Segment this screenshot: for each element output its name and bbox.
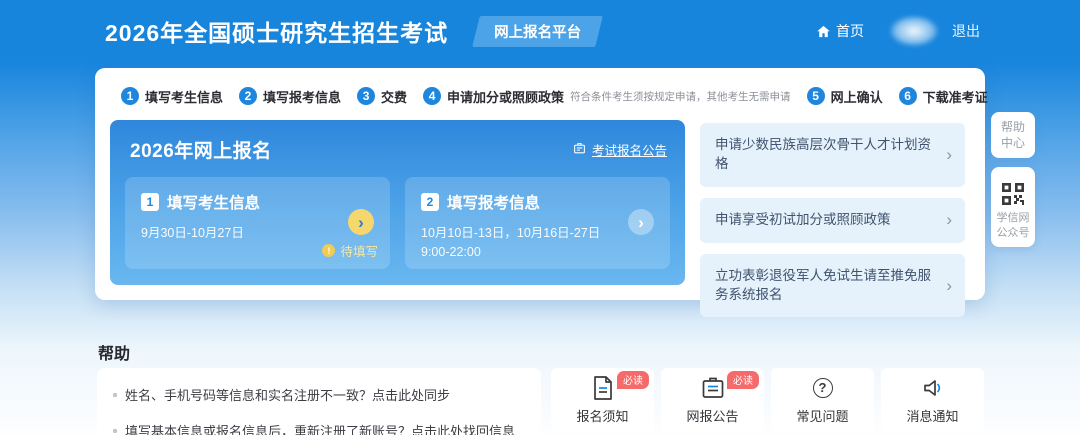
recover-info-link[interactable]: 填写基本信息或报名信息后，重新注册了新账号？点击此处找回信息 <box>113 421 525 435</box>
user-name-redacted[interactable] <box>890 16 938 46</box>
home-icon <box>816 24 831 39</box>
step-3: 3 交费 <box>357 87 407 106</box>
registration-notice-button[interactable]: 必读 报名须知 <box>551 368 654 432</box>
online-registration-panel: 2026年网上报名 考试报名公告 1 填写考生信息 9月30日-10月27日 ›… <box>110 120 685 285</box>
faq-button[interactable]: ? 常见问题 <box>771 368 874 432</box>
step-2-number: 2 <box>239 87 257 105</box>
platform-badge: 网上报名平台 <box>476 16 599 47</box>
card-1-number: 1 <box>141 193 159 211</box>
notifications-button[interactable]: 消息通知 <box>881 368 984 432</box>
question-icon: ? <box>813 376 833 400</box>
card-2-arrow-button[interactable]: › <box>628 209 654 235</box>
must-read-badge: 必读 <box>617 371 649 389</box>
step-6: 6 下载准考证 <box>899 87 988 106</box>
card-1-arrow-button[interactable]: › <box>348 209 374 235</box>
step-1: 1 填写考生信息 <box>121 87 223 106</box>
home-link[interactable]: 首页 <box>816 21 864 41</box>
must-read-badge: 必读 <box>727 371 759 389</box>
help-card: 姓名、手机号码等信息和实名注册不一致？点击此处同步 填写基本信息或报名信息后，重… <box>97 368 541 435</box>
step-wizard: 1 填写考生信息 2 填写报考信息 3 交费 4 申请加分或照顾政策 符合条件考… <box>121 83 965 109</box>
step-5: 5 网上确认 <box>807 87 883 106</box>
pending-status-icon: ! <box>322 244 335 257</box>
step-2: 2 填写报考信息 <box>239 87 341 106</box>
step-4-note: 符合条件考生须按规定申请，其他考生无需申请 <box>570 89 791 104</box>
minority-program-link[interactable]: 申请少数民族高层次骨干人才计划资格 › <box>700 123 965 187</box>
help-center-tab[interactable]: 帮助中心 <box>991 112 1035 158</box>
online-announcement-button[interactable]: 必读 网报公告 <box>661 368 764 432</box>
bullet-icon <box>113 393 117 397</box>
card-1-status: ! 待填写 <box>322 241 378 260</box>
help-section-title: 帮助 <box>98 340 130 364</box>
registration-card: 1 填写考生信息 2 填写报考信息 3 交费 4 申请加分或照顾政策 符合条件考… <box>95 68 985 300</box>
bullet-icon <box>113 429 117 433</box>
clipboard-icon <box>701 376 725 400</box>
header-actions: 首页 退出 <box>816 16 980 46</box>
document-icon <box>592 376 614 400</box>
speaker-icon <box>921 376 945 400</box>
card-2-time: 9:00-22:00 <box>421 245 656 259</box>
chevron-right-icon: › <box>946 208 952 232</box>
step-3-number: 3 <box>357 87 375 105</box>
step-5-number: 5 <box>807 87 825 105</box>
fill-application-info-card[interactable]: 2 填写报考信息 10月10日-13日，10月16日-27日 9:00-22:0… <box>405 177 670 269</box>
bonus-policy-link[interactable]: 申请享受初试加分或照顾政策 › <box>700 198 965 243</box>
qr-code-icon <box>1001 182 1025 206</box>
page-title: 2026年全国硕士研究生招生考试 <box>105 14 448 48</box>
sync-realname-link[interactable]: 姓名、手机号码等信息和实名注册不一致？点击此处同步 <box>113 385 525 404</box>
announcement-icon <box>573 142 586 158</box>
card-2-number: 2 <box>421 193 439 211</box>
wechat-qr-tab[interactable]: 学信网公众号 <box>991 167 1035 247</box>
header-bar: 2026年全国硕士研究生招生考试 网上报名平台 首页 退出 <box>0 0 1080 62</box>
card-1-date: 9月30日-10月27日 <box>141 222 376 241</box>
panel-title: 2026年网上报名 <box>130 136 272 163</box>
step-4-number: 4 <box>423 87 441 105</box>
policy-links: 申请少数民族高层次骨干人才计划资格 › 申请享受初试加分或照顾政策 › 立功表彰… <box>700 123 965 328</box>
step-1-number: 1 <box>121 87 139 105</box>
fill-candidate-info-card[interactable]: 1 填写考生信息 9月30日-10月27日 › ! 待填写 <box>125 177 390 269</box>
exam-announcement-link[interactable]: 考试报名公告 <box>573 140 667 159</box>
quick-links: 必读 报名须知 必读 网报公告 ? 常见问题 消息通知 <box>551 368 984 432</box>
step-4: 4 申请加分或照顾政策 符合条件考生须按规定申请，其他考生无需申请 <box>423 87 791 106</box>
step-6-number: 6 <box>899 87 917 105</box>
veteran-exemption-link[interactable]: 立功表彰退役军人免试生请至推免服务系统报名 › <box>700 254 965 318</box>
card-2-date: 10月10日-13日，10月16日-27日 <box>421 222 656 241</box>
edge-tabs: 帮助中心 学信网公众号 <box>991 112 1035 256</box>
home-link-label: 首页 <box>836 21 864 41</box>
chevron-right-icon: › <box>946 143 952 167</box>
platform-badge-label: 网上报名平台 <box>494 25 581 41</box>
logout-button[interactable]: 退出 <box>952 21 980 41</box>
chevron-right-icon: › <box>946 274 952 298</box>
